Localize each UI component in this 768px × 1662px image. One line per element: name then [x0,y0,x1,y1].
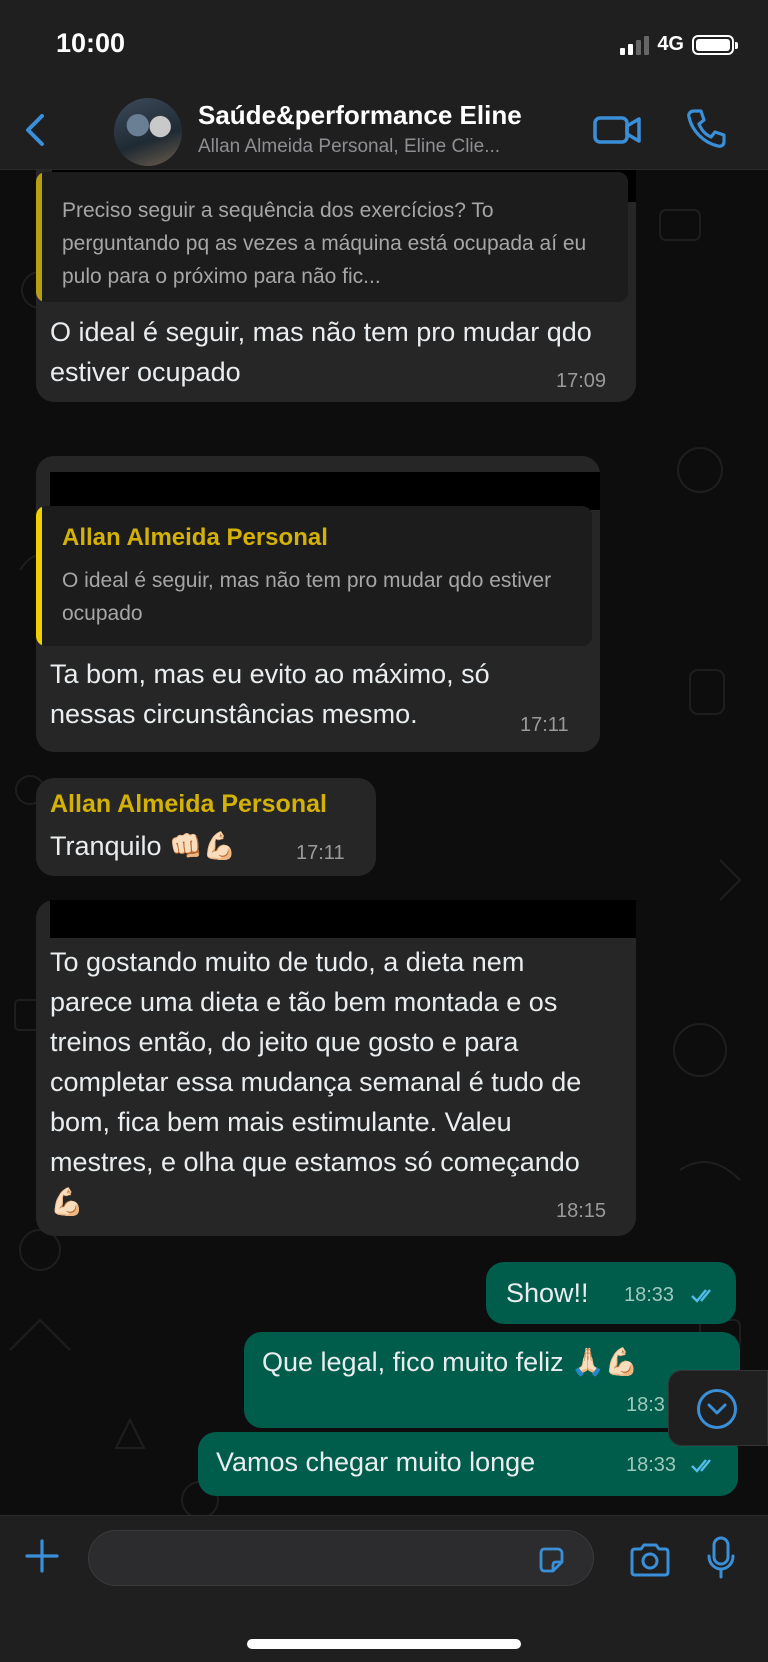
message-text: Tranquilo 👊🏻💪🏻 [50,831,237,861]
message-input-bar [0,1515,768,1662]
microphone-icon[interactable] [706,1536,736,1580]
chat-area[interactable]: Preciso seguir a sequência dos exercício… [0,170,768,1515]
plus-icon[interactable] [24,1538,60,1574]
group-name[interactable]: Saúde&performance Eline [198,100,522,131]
chat-header: Saúde&performance Eline Allan Almeida Pe… [0,90,768,170]
quote-author: Allan Almeida Personal [62,524,328,551]
message-bubble-outgoing[interactable]: Que legal, fico muito feliz 🙏🏻💪🏻 18:3 [244,1332,740,1428]
video-call-icon[interactable] [592,110,642,150]
double-check-icon [691,1459,711,1473]
message-bubble-outgoing[interactable]: Show!! 18:33 [486,1262,736,1324]
home-indicator[interactable] [247,1639,521,1649]
quote-bar [36,172,42,302]
message-text: O ideal é seguir, mas não tem pro mudar … [50,317,592,387]
message-bubble-incoming[interactable]: Allan Almeida Personal O ideal é seguir,… [36,456,600,752]
network-type: 4G [657,33,684,55]
message-text: To gostando muito de tudo, a dieta nem p… [50,947,582,1217]
message-bubble-incoming[interactable]: Allan Almeida Personal Tranquilo 👊🏻💪🏻 17… [36,778,376,876]
message-time: 17:11 [296,842,345,864]
message-bubble-incoming[interactable]: To gostando muito de tudo, a dieta nem p… [36,900,636,1236]
message-time: 18:3 [626,1394,665,1416]
quote-text: O ideal é seguir, mas não tem pro mudar … [62,569,552,625]
message-time: 18:15 [556,1200,607,1222]
message-text: Vamos chegar muito longe [216,1447,536,1477]
quoted-message[interactable]: Allan Almeida Personal O ideal é seguir,… [36,506,592,646]
sticker-icon[interactable] [536,1545,566,1575]
message-time: 17:11 [520,714,569,736]
message-text: Que legal, fico muito feliz 🙏🏻💪🏻 [262,1347,639,1377]
back-chevron-icon[interactable] [20,110,50,150]
group-avatar[interactable] [114,98,182,166]
status-time: 10:00 [56,28,126,58]
sender-name: Allan Almeida Personal [50,790,327,818]
redacted-sender [50,472,600,510]
message-input[interactable] [88,1530,594,1586]
message-text: Show!! [506,1278,589,1308]
message-bubble-outgoing[interactable]: Vamos chegar muito longe 18:33 [198,1432,738,1496]
redacted-sender [50,900,636,938]
group-members[interactable]: Allan Almeida Personal, Eline Clie... [198,136,500,158]
camera-icon[interactable] [628,1542,672,1578]
status-indicators: 4G [620,33,738,56]
quote-text: Preciso seguir a sequência dos exercício… [62,199,587,288]
message-bubble-incoming[interactable]: Preciso seguir a sequência dos exercício… [36,170,636,402]
battery-icon [692,34,738,55]
message-time: 18:33 [626,1454,677,1476]
quote-bar [36,506,42,646]
message-time: 17:09 [556,370,607,392]
scroll-to-bottom-button[interactable] [668,1370,768,1446]
phone-icon[interactable] [684,106,728,150]
quoted-message[interactable]: Preciso seguir a sequência dos exercício… [36,172,628,302]
chevron-down-icon [697,1389,737,1429]
message-text: Ta bom, mas eu evito ao máximo, só nessa… [50,659,490,729]
message-time: 18:33 [624,1284,675,1306]
double-check-icon [691,1289,711,1303]
status-bar: 10:00 4G [0,0,768,90]
signal-icon [620,35,650,55]
